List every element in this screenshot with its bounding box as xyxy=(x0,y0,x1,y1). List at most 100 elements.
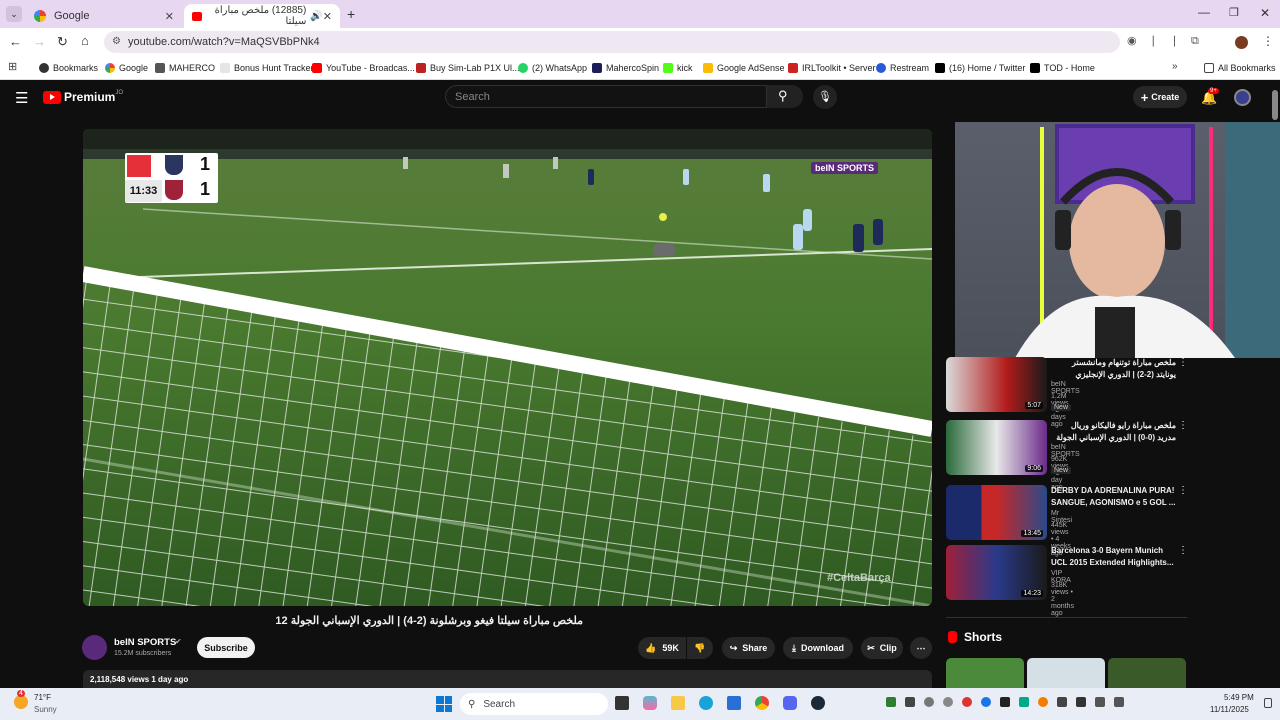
discord-icon[interactable] xyxy=(783,696,797,710)
download-button[interactable]: ⤓ Download xyxy=(783,637,853,659)
like-button[interactable]: 👍 59K xyxy=(638,637,686,659)
scrollbar[interactable] xyxy=(1272,90,1278,120)
bookmarks-bar: ⊞ Bookmarks Google MAHERCO Bonus Hunt Tr… xyxy=(0,56,1280,80)
steam-icon[interactable] xyxy=(811,696,825,710)
forward-icon[interactable]: → xyxy=(33,34,46,49)
more-icon[interactable]: ⋮ xyxy=(1178,420,1188,431)
bookmark-item[interactable]: (2) WhatsApp xyxy=(518,60,587,76)
store-icon[interactable] xyxy=(727,696,741,710)
bookmark-item[interactable]: IRLToolkit • Server xyxy=(788,60,876,76)
bookmark-item[interactable]: YouTube - Broadcas... xyxy=(312,60,415,76)
extensions-icons[interactable]: ◉❘❘⧉ xyxy=(1127,34,1211,48)
back-icon[interactable]: ← xyxy=(9,34,22,49)
browser-tab-bar: ⌄ Google ✕ (12885) ملخص مباراة سيلتا 🔊 ✕… xyxy=(0,0,1280,28)
short-thumbnail[interactable] xyxy=(1108,658,1186,688)
bookmark-item[interactable]: Bonus Hunt Tracker xyxy=(220,60,314,76)
dislike-button[interactable]: 👎 xyxy=(687,637,713,659)
home-icon[interactable]: ⌂ xyxy=(81,33,89,48)
clock-date[interactable]: 11/11/2025 xyxy=(1210,705,1249,714)
maximize-button[interactable]: ❐ xyxy=(1229,6,1239,19)
bookmark-item[interactable]: Bookmarks xyxy=(39,60,98,76)
copilot-icon[interactable] xyxy=(643,696,657,710)
video-thumbnail[interactable]: 14:23 xyxy=(946,545,1047,600)
profile-avatar[interactable] xyxy=(1235,36,1248,49)
youtube-logo[interactable]: Premium JO xyxy=(43,90,123,104)
weather-badge: 4 xyxy=(17,690,25,697)
weather-temp: 71°F xyxy=(34,693,51,702)
more-actions-button[interactable]: ⋯ xyxy=(910,637,932,659)
clock-time[interactable]: 5:49 PM xyxy=(1224,693,1254,702)
bookmark-item[interactable]: Restream xyxy=(876,60,929,76)
video-title[interactable]: ملخص مباراة توتنهام ومانشستر يونايتد (2-… xyxy=(1051,357,1176,381)
channel-name[interactable]: beIN SPORTS xyxy=(114,637,176,648)
subscribe-button[interactable]: Subscribe xyxy=(197,637,255,658)
menu-icon[interactable]: ⋮ xyxy=(1262,34,1274,48)
bookmark-item[interactable]: Buy Sim-Lab P1X Ul... xyxy=(416,60,520,76)
video-thumbnail[interactable]: 5:07 xyxy=(946,357,1047,412)
channel-avatar[interactable] xyxy=(82,635,107,660)
voice-search-button[interactable]: 🎙 xyxy=(813,85,837,109)
taskbar-app-icons[interactable] xyxy=(615,696,825,710)
share-button[interactable]: ↪ Share xyxy=(722,637,775,659)
search-button[interactable]: ⚲ xyxy=(767,85,803,108)
system-tray-icons[interactable] xyxy=(886,697,1124,707)
reload-icon[interactable]: ↻ xyxy=(57,34,68,50)
tab-youtube[interactable]: (12885) ملخص مباراة سيلتا 🔊 ✕ xyxy=(184,4,340,28)
edge-icon[interactable] xyxy=(699,696,713,710)
bookmark-item[interactable]: kick xyxy=(663,60,693,76)
duration-badge: 5:07 xyxy=(1025,402,1043,409)
clip-button[interactable]: ✂ Clip xyxy=(861,637,903,659)
bookmark-item[interactable]: Google xyxy=(105,60,148,76)
short-thumbnail[interactable] xyxy=(946,658,1024,688)
video-title[interactable]: DERBY DA ADRENALINA PURA! SANGUE, AGONIS… xyxy=(1051,485,1176,509)
weather-icon[interactable] xyxy=(14,695,28,709)
divider xyxy=(946,617,1187,618)
bookmark-item[interactable]: MahercoSpin xyxy=(592,60,659,76)
chevron-right-icon[interactable]: » xyxy=(1172,61,1178,72)
share-icon: ↪ xyxy=(729,642,738,653)
tab-search-icon[interactable]: ⌄ xyxy=(6,6,22,22)
bookmark-item[interactable]: Google AdSense xyxy=(703,60,785,76)
video-thumbnail[interactable]: 9:06 xyxy=(946,420,1047,475)
bookmark-item[interactable]: TOD - Home xyxy=(1030,60,1095,76)
more-icon[interactable]: ⋮ xyxy=(1178,545,1188,556)
video-meta: 318K views • 2 months ago xyxy=(1051,582,1074,617)
address-bar[interactable]: ⚙ youtube.com/watch?v=MaQSVBbPNk4 xyxy=(104,31,1120,53)
video-title[interactable]: Barcelona 3-0 Bayern Munich UCL 2015 Ext… xyxy=(1051,545,1176,569)
new-tab-button[interactable]: + xyxy=(347,6,355,22)
close-window-button[interactable]: ✕ xyxy=(1260,6,1270,20)
taskbar-search[interactable]: ⚲ Search xyxy=(460,693,608,715)
video-thumbnail[interactable]: 13:45 xyxy=(946,485,1047,540)
more-icon[interactable]: ⋮ xyxy=(1178,357,1188,368)
new-badge: New xyxy=(1051,404,1072,411)
folder-icon[interactable] xyxy=(671,696,685,710)
search-input[interactable]: Search xyxy=(445,85,767,108)
shorts-heading: Shorts xyxy=(964,630,1003,644)
youtube-icon xyxy=(192,11,203,21)
close-icon[interactable]: ✕ xyxy=(323,10,332,23)
create-button[interactable]: + Create xyxy=(1133,86,1187,108)
notification-badge: 9+ xyxy=(1208,88,1219,94)
windows-start-icon[interactable] xyxy=(436,696,452,712)
duration-badge: 9:06 xyxy=(1025,465,1043,472)
broadcaster-logo: beIN SPORTS xyxy=(811,162,879,174)
audio-icon[interactable]: 🔊 xyxy=(310,11,322,22)
avatar[interactable] xyxy=(1234,89,1251,106)
chrome-icon[interactable] xyxy=(755,696,769,710)
more-icon[interactable]: ⋮ xyxy=(1178,485,1188,496)
minimize-button[interactable]: — xyxy=(1198,5,1210,19)
bookmark-item[interactable]: MAHERCO xyxy=(155,60,215,76)
close-icon[interactable]: ✕ xyxy=(165,10,174,23)
file-icon[interactable] xyxy=(615,696,629,710)
notification-icon[interactable] xyxy=(1264,698,1272,708)
hamburger-icon[interactable]: ☰ xyxy=(15,89,28,107)
site-info-icon[interactable]: ⚙ xyxy=(112,36,121,47)
all-bookmarks[interactable]: All Bookmarks xyxy=(1204,60,1276,76)
description-box[interactable] xyxy=(83,670,932,688)
bookmark-item[interactable]: (16) Home / Twitter xyxy=(935,60,1025,76)
video-title[interactable]: ملخص مباراة رايو فاليكانو وريال مدريد (0… xyxy=(1051,420,1176,444)
tab-google[interactable]: Google ✕ xyxy=(26,4,182,28)
apps-icon[interactable]: ⊞ xyxy=(8,60,17,73)
duration-badge: 14:23 xyxy=(1021,590,1043,597)
short-thumbnail[interactable] xyxy=(1027,658,1105,688)
